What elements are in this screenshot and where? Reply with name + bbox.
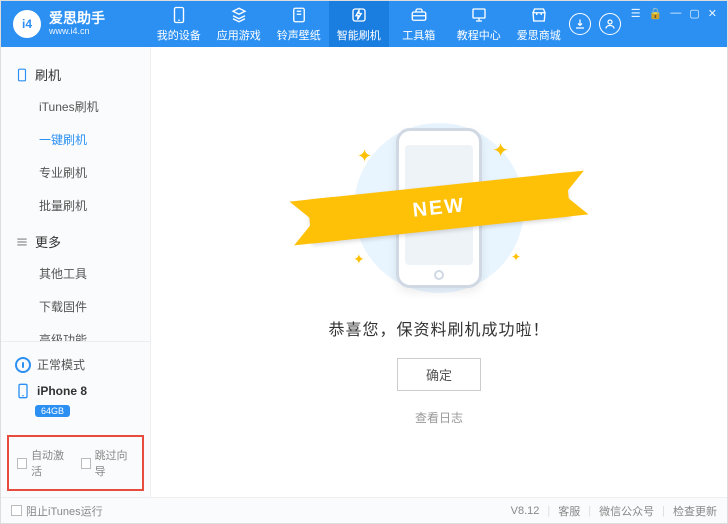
section-title: 刷机 <box>35 65 61 84</box>
sidebar-item[interactable]: 下载固件 <box>1 290 150 323</box>
nav-label: 智能刷机 <box>337 27 381 43</box>
lock-icon[interactable]: 🔒 <box>649 7 663 20</box>
success-message: 恭喜您，保资料刷机成功啦！ <box>328 316 549 340</box>
sidebar-item[interactable]: 专业刷机 <box>1 156 150 189</box>
phone-v-icon <box>15 68 29 82</box>
header-actions <box>569 1 621 47</box>
device-model-label: iPhone 8 <box>37 384 87 398</box>
nav-phone[interactable]: 我的设备 <box>149 1 209 47</box>
sidebar: 刷机 iTunes刷机一键刷机专业刷机批量刷机更多其他工具下载固件高级功能 正常模… <box>1 47 151 497</box>
user-icon[interactable] <box>599 13 621 35</box>
sparkle-icon: ✦ <box>511 250 521 264</box>
sidebar-section: 刷机 <box>1 55 150 90</box>
nav-label: 爱思商城 <box>517 27 561 43</box>
navbar: 我的设备应用游戏铃声壁纸智能刷机 工具箱 教程中心爱思商城 <box>149 1 569 47</box>
maximize-icon[interactable]: ▢ <box>689 7 699 20</box>
content: ✦ ✦ ✦ ✦ NEW 恭喜您，保资料刷机成功啦！ 确定 查看日志 <box>151 47 727 497</box>
apps-icon <box>230 6 248 24</box>
phone-icon <box>15 383 31 399</box>
app-window: i4 爱思助手 www.i4.cn 我的设备应用游戏铃声壁纸智能刷机 工具箱 教程中… <box>0 0 728 524</box>
nav-label: 我的设备 <box>157 27 201 43</box>
support-link[interactable]: 客服 <box>558 503 580 519</box>
nav-label: 教程中心 <box>457 27 501 43</box>
toolbox-icon <box>410 6 428 24</box>
brand-title: 爱思助手 <box>49 11 105 26</box>
auto-activate-label: 自动激活 <box>31 447 70 479</box>
block-itunes-checkbox[interactable]: 阻止iTunes运行 <box>11 503 103 519</box>
success-illustration: ✦ ✦ ✦ ✦ NEW <box>339 118 539 298</box>
flash-options: 自动激活 跳过向导 <box>7 435 144 491</box>
wechat-link[interactable]: 微信公众号 <box>599 503 654 519</box>
checkbox-icon <box>11 505 22 516</box>
sparkle-icon: ✦ <box>357 146 372 167</box>
download-icon[interactable] <box>569 13 591 35</box>
titlebar: i4 爱思助手 www.i4.cn 我的设备应用游戏铃声壁纸智能刷机 工具箱 教程中… <box>1 1 727 47</box>
sidebar-item[interactable]: 其他工具 <box>1 257 150 290</box>
body: 刷机 iTunes刷机一键刷机专业刷机批量刷机更多其他工具下载固件高级功能 正常模… <box>1 47 727 497</box>
auto-activate-checkbox[interactable]: 自动激活 <box>17 447 71 479</box>
statusbar: 阻止iTunes运行 V8.12 | 客服 | 微信公众号 | 检查更新 <box>1 497 727 523</box>
nav-tutorial[interactable]: 教程中心 <box>449 1 509 47</box>
skip-setup-checkbox[interactable]: 跳过向导 <box>81 447 135 479</box>
nav-label: 铃声壁纸 <box>277 27 321 43</box>
main: ✦ ✦ ✦ ✦ NEW 恭喜您，保资料刷机成功啦！ 确定 查看日志 <box>151 47 727 497</box>
section-title: 更多 <box>35 232 61 251</box>
device-panel: 正常模式 iPhone 8 64GB <box>1 341 150 429</box>
ringtone-icon <box>290 6 308 24</box>
device-model-row[interactable]: iPhone 8 <box>13 377 138 401</box>
sparkle-icon: ✦ <box>492 138 509 163</box>
minimize-icon[interactable]: — <box>670 7 681 19</box>
sidebar-item[interactable]: 批量刷机 <box>1 189 150 222</box>
brand-logo-icon: i4 <box>13 10 41 38</box>
version-label: V8.12 <box>511 505 540 517</box>
power-icon <box>15 357 31 373</box>
nav-label: 工具箱 <box>402 27 435 43</box>
store-icon <box>530 6 548 24</box>
menu-icon[interactable]: ☰ <box>631 7 641 20</box>
brand-url: www.i4.cn <box>49 27 105 37</box>
checkbox-icon <box>81 458 91 469</box>
nav-apps[interactable]: 应用游戏 <box>209 1 269 47</box>
close-icon[interactable]: ✕ <box>708 7 717 20</box>
more-icon <box>15 235 29 249</box>
sidebar-item[interactable]: 高级功能 <box>1 323 150 341</box>
ok-button[interactable]: 确定 <box>397 358 481 391</box>
nav-toolbox[interactable]: 工具箱 <box>389 1 449 47</box>
sidebar-section: 更多 <box>1 222 150 257</box>
sidebar-item[interactable]: 一键刷机 <box>1 123 150 156</box>
device-mode-label: 正常模式 <box>37 356 85 373</box>
window-controls: ☰ 🔒 — ▢ ✕ <box>631 1 727 47</box>
device-mode[interactable]: 正常模式 <box>13 352 138 377</box>
update-link[interactable]: 检查更新 <box>673 503 717 519</box>
flash-icon <box>350 6 368 24</box>
nav-label: 应用游戏 <box>217 27 261 43</box>
nav-ringtone[interactable]: 铃声壁纸 <box>269 1 329 47</box>
nav-flash[interactable]: 智能刷机 <box>329 1 389 47</box>
sidebar-scroll: 刷机 iTunes刷机一键刷机专业刷机批量刷机更多其他工具下载固件高级功能 <box>1 47 150 341</box>
sparkle-icon: ✦ <box>353 251 365 268</box>
tutorial-icon <box>470 6 488 24</box>
block-itunes-label: 阻止iTunes运行 <box>26 503 103 519</box>
phone-icon <box>170 6 188 24</box>
brand: i4 爱思助手 www.i4.cn <box>1 1 149 47</box>
sidebar-item[interactable]: iTunes刷机 <box>1 90 150 123</box>
view-log-link[interactable]: 查看日志 <box>415 409 463 426</box>
nav-store[interactable]: 爱思商城 <box>509 1 569 47</box>
checkbox-icon <box>17 458 27 469</box>
storage-badge: 64GB <box>35 405 70 417</box>
skip-setup-label: 跳过向导 <box>95 447 134 479</box>
